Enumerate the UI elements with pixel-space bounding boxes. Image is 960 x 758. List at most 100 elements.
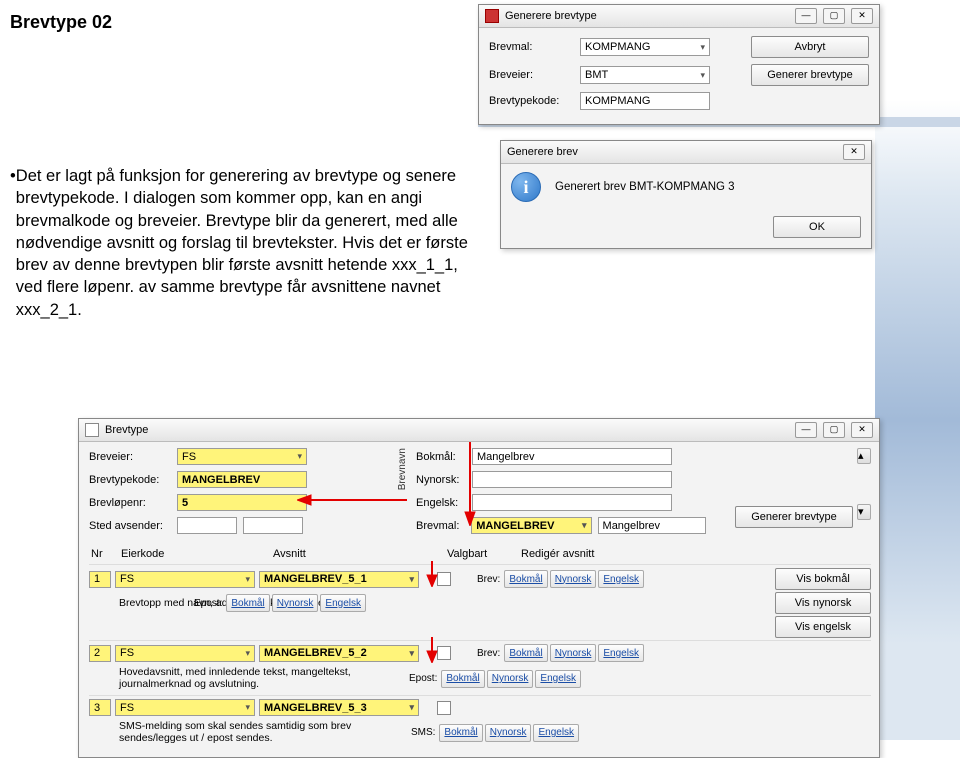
row-description: SMS-melding som skal sendes samtidig som… [89, 718, 407, 747]
scroll-down-button[interactable]: ▾ [857, 504, 871, 520]
app-icon [485, 9, 499, 23]
window-brevtype: Brevtype — ▢ ✕ Breveier: FS Brevtypekode… [78, 418, 880, 758]
sted-avsender-field-2[interactable] [243, 517, 303, 534]
generer-brevtype-button[interactable]: Generer brevtype [735, 506, 853, 528]
breveier-dropdown[interactable]: FS [177, 448, 307, 465]
annotation-arrow [424, 561, 440, 587]
grid-row: 3 FS MANGELBREV_5_3 SMS-melding som skal… [89, 695, 871, 747]
app-icon [85, 423, 99, 437]
decorative-band [875, 100, 960, 740]
brev-nynorsk-link[interactable]: Nynorsk [550, 570, 597, 588]
scroll-up-button[interactable]: ▴ [857, 448, 871, 464]
nynorsk-field[interactable] [472, 471, 672, 488]
page-title: Brevtype 02 [10, 12, 112, 33]
grid-row: 1 FS MANGELBREV_5_1 Brev: Bokmål Nynorsk… [89, 564, 871, 638]
grid-row: 2 FS MANGELBREV_5_2 Brev: Bokmål Nynorsk… [89, 640, 871, 693]
nr-field[interactable]: 2 [89, 645, 111, 662]
col-avsnitt: Avsnitt [271, 546, 445, 562]
annotation-arrow [297, 492, 407, 508]
nr-field[interactable]: 1 [89, 571, 111, 588]
minimize-button[interactable]: — [795, 8, 817, 24]
sms-engelsk-link[interactable]: Engelsk [533, 724, 579, 742]
vis-bokmaal-button[interactable]: Vis bokmål [775, 568, 871, 590]
epost-engelsk-link[interactable]: Engelsk [535, 670, 581, 688]
eierkode-dropdown[interactable]: FS [115, 571, 255, 588]
col-valgbart: Valgbart [445, 546, 519, 562]
titlebar[interactable]: Brevtype — ▢ ✕ [79, 419, 879, 442]
avsnitt-dropdown[interactable]: MANGELBREV_5_3 [259, 699, 419, 716]
avbryt-button[interactable]: Avbryt [751, 36, 869, 58]
epost-label: Epost: [409, 673, 437, 684]
epost-bokmaal-link[interactable]: Bokmål [441, 670, 484, 688]
maximize-button[interactable]: ▢ [823, 422, 845, 438]
brev-engelsk-link[interactable]: Engelsk [598, 644, 644, 662]
sms-nynorsk-link[interactable]: Nynorsk [485, 724, 532, 742]
brev-nynorsk-link[interactable]: Nynorsk [550, 644, 597, 662]
engelsk-label: Engelsk: [416, 497, 466, 509]
body-paragraph: Det er lagt på funksjon for generering a… [16, 165, 470, 321]
epost-nynorsk-link[interactable]: Nynorsk [487, 670, 534, 688]
col-nr: Nr [89, 546, 119, 562]
eierkode-dropdown[interactable]: FS [115, 645, 255, 662]
nr-field[interactable]: 3 [89, 699, 111, 716]
epost-label: Epost: [194, 598, 222, 609]
dialog-generere-brev: Generere brev ✕ i Generert brev BMT-KOMP… [500, 140, 872, 249]
brevmal-dropdown[interactable]: MANGELBREV [471, 517, 591, 534]
sms-bokmaal-link[interactable]: Bokmål [439, 724, 482, 742]
vis-engelsk-button[interactable]: Vis engelsk [775, 616, 871, 638]
brev-label: Brev: [477, 574, 500, 585]
maximize-button[interactable]: ▢ [823, 8, 845, 24]
brevmal-label: Brevmal: [489, 41, 574, 53]
bokmaal-label: Bokmål: [416, 451, 466, 463]
grid-header: Nr Eierkode Avsnitt Valgbart Redigér avs… [89, 546, 871, 562]
brev-label: Brev: [477, 648, 500, 659]
valgbart-checkbox[interactable] [437, 701, 451, 715]
avsnitt-dropdown[interactable]: MANGELBREV_5_2 [259, 645, 419, 662]
breveier-label: Breveier: [89, 451, 171, 463]
col-rediger: Redigér avsnitt [519, 546, 673, 562]
annotation-arrow [462, 442, 478, 526]
row-description: Hovedavsnitt, med innledende tekst, mang… [89, 664, 405, 693]
generer-brevtype-button[interactable]: Generer brevtype [751, 64, 869, 86]
epost-nynorsk-link[interactable]: Nynorsk [272, 594, 319, 612]
info-message: Generert brev BMT-KOMPMANG 3 [555, 181, 735, 193]
bokmaal-field[interactable]: Mangelbrev [472, 448, 672, 465]
dialog-generere-brevtype: Generere brevtype — ▢ ✕ Brevmal: KOMPMAN… [478, 4, 880, 125]
sted-avsender-field-1[interactable] [177, 517, 237, 534]
close-button[interactable]: ✕ [851, 8, 873, 24]
epost-bokmaal-link[interactable]: Bokmål [226, 594, 269, 612]
window-title: Generere brev [507, 146, 578, 158]
minimize-button[interactable]: — [795, 422, 817, 438]
brevlopennr-label: Brevløpenr: [89, 497, 171, 509]
brev-engelsk-link[interactable]: Engelsk [598, 570, 644, 588]
close-button[interactable]: ✕ [851, 422, 873, 438]
breveier-label: Breveier: [489, 69, 574, 81]
brevlopennr-field[interactable]: 5 [177, 494, 307, 511]
epost-engelsk-link[interactable]: Engelsk [320, 594, 366, 612]
titlebar[interactable]: Generere brev ✕ [501, 141, 871, 164]
body-text: • Det er lagt på funksjon for generering… [10, 165, 470, 321]
vis-nynorsk-button[interactable]: Vis nynorsk [775, 592, 871, 614]
close-button[interactable]: ✕ [843, 144, 865, 160]
window-title: Generere brevtype [505, 10, 597, 22]
brev-bokmaal-link[interactable]: Bokmål [504, 644, 547, 662]
annotation-arrow [424, 637, 440, 663]
titlebar[interactable]: Generere brevtype — ▢ ✕ [479, 5, 879, 28]
brevmal-dropdown[interactable]: KOMPMANG [580, 38, 710, 56]
brevtypekode-field[interactable]: MANGELBREV [177, 471, 307, 488]
col-eierkode: Eierkode [119, 546, 271, 562]
ok-button[interactable]: OK [773, 216, 861, 238]
sted-avsender-label: Sted avsender: [89, 520, 171, 532]
info-icon: i [511, 172, 541, 202]
brevmal-name-field[interactable]: Mangelbrev [598, 517, 706, 534]
eierkode-dropdown[interactable]: FS [115, 699, 255, 716]
brevtypekode-field[interactable]: KOMPMANG [580, 92, 710, 110]
sms-label: SMS: [411, 727, 435, 738]
engelsk-field[interactable] [472, 494, 672, 511]
brevmal-label: Brevmal: [416, 520, 465, 532]
breveier-dropdown[interactable]: BMT [580, 66, 710, 84]
brevnavn-group-label: Brevnavn [397, 448, 408, 490]
brev-bokmaal-link[interactable]: Bokmål [504, 570, 547, 588]
window-title: Brevtype [105, 424, 148, 436]
avsnitt-dropdown[interactable]: MANGELBREV_5_1 [259, 571, 419, 588]
